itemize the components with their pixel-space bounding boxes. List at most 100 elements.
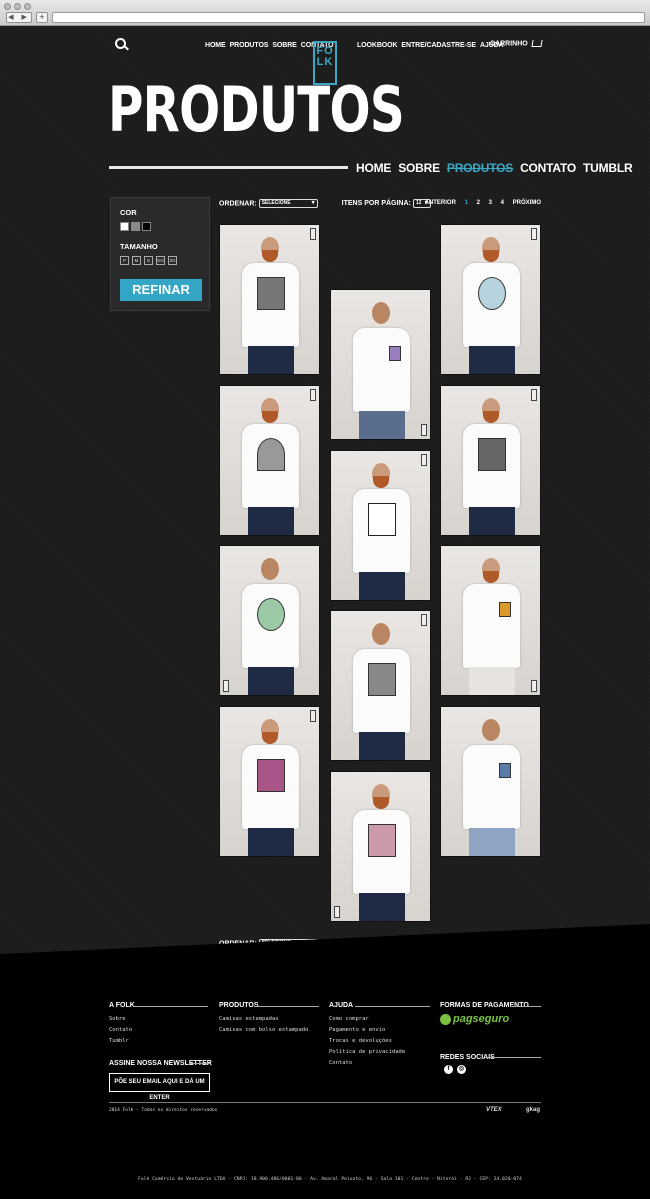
next-page-link[interactable]: PRÓXIMO (513, 200, 541, 206)
product-card[interactable] (440, 385, 541, 536)
sort-select[interactable]: SELECIONE (258, 199, 318, 208)
pagseguro-icon (440, 1013, 451, 1025)
footer-divider (254, 1006, 319, 1007)
tshirt-print (368, 503, 396, 536)
footer-link-sobre[interactable]: Sobre (109, 1016, 126, 1022)
nav-login[interactable]: ENTRE/CADASTRE-SE (401, 42, 476, 49)
footer-link-tumblr[interactable]: Tumblr (109, 1038, 129, 1044)
page-link-2[interactable]: 2 (477, 200, 480, 206)
toolbar-top: ORDENAR: SELECIONE ITENS POR PÁGINA: 12 … (219, 199, 541, 211)
size-gg[interactable]: GG (156, 256, 165, 265)
address-bar[interactable] (52, 12, 645, 23)
footer-link-contato[interactable]: Contato (109, 1027, 132, 1033)
jeans (359, 893, 405, 921)
tshirt-print (257, 598, 285, 631)
beard (483, 411, 499, 423)
model-image (482, 719, 500, 741)
jeans (469, 507, 515, 535)
footer-link-contato[interactable]: Contato (329, 1060, 352, 1066)
new-tab-button[interactable]: + (36, 12, 48, 23)
tshirt-image (463, 745, 520, 829)
product-card[interactable] (440, 224, 541, 375)
filter-panel: COR TAMANHO P M G GG 3G REFINAR (110, 197, 210, 311)
footer-divider (355, 1006, 430, 1007)
secnav-produtos[interactable]: PRODUTOS (447, 161, 513, 175)
color-swatch-white[interactable] (120, 222, 129, 231)
footer-link-camisas-bolso[interactable]: Camisas com bolso estampado (219, 1027, 308, 1033)
footer-divider (133, 1006, 208, 1007)
folk-tag (421, 424, 427, 436)
sort-label: ORDENAR: (219, 200, 257, 208)
tshirt-print (368, 663, 396, 696)
facebook-icon[interactable]: f (444, 1065, 453, 1074)
color-swatch-black[interactable] (142, 222, 151, 231)
jeans (359, 411, 405, 439)
nav-lookbook[interactable]: LOOKBOOK (357, 42, 398, 49)
vtex-logo: VTEX (486, 1107, 502, 1113)
secnav-tumblr[interactable]: TUMBLR (583, 161, 633, 175)
size-g[interactable]: G (144, 256, 153, 265)
close-window-icon[interactable] (4, 3, 11, 10)
folk-tag (421, 454, 427, 466)
footer-link-como-comprar[interactable]: Como comprar (329, 1016, 369, 1022)
footer-col-produtos-title: PRODUTOS (219, 1002, 259, 1009)
size-p[interactable]: P (120, 256, 129, 265)
color-swatch-gray[interactable] (131, 222, 140, 231)
color-label: COR (120, 208, 137, 217)
product-card[interactable] (330, 450, 431, 601)
product-card[interactable] (219, 545, 320, 696)
footer-link-trocas[interactable]: Trocas e devoluções (329, 1038, 392, 1044)
nav-sobre[interactable]: SOBRE (272, 42, 297, 49)
product-card[interactable] (330, 610, 431, 761)
search-icon[interactable] (115, 38, 126, 49)
jeans (469, 828, 515, 856)
minimize-window-icon[interactable] (14, 3, 21, 10)
page-link-4[interactable]: 4 (501, 200, 504, 206)
instagram-icon[interactable]: ◎ (457, 1065, 466, 1074)
jeans (469, 346, 515, 374)
nav-home[interactable]: HOME (205, 42, 226, 49)
product-card[interactable] (219, 385, 320, 536)
product-card[interactable] (440, 706, 541, 857)
maximize-window-icon[interactable] (24, 3, 31, 10)
product-card[interactable] (219, 224, 320, 375)
footer-slant (0, 924, 650, 964)
secnav-home[interactable]: HOME (356, 161, 391, 175)
secnav-contato[interactable]: CONTATO (520, 161, 576, 175)
product-card[interactable] (219, 706, 320, 857)
tshirt-print (478, 438, 506, 471)
size-3g[interactable]: 3G (168, 256, 177, 265)
copyright: 2014 Folk - Todos os direitos reservados (109, 1108, 218, 1113)
tshirt-pocket (499, 602, 511, 617)
per-page-label: ITENS POR PÁGINA: (341, 200, 411, 208)
product-card[interactable] (440, 545, 541, 696)
folk-tag (421, 614, 427, 626)
footer-divider (109, 1102, 541, 1103)
beard (483, 250, 499, 262)
footer-divider (485, 1057, 541, 1058)
tshirt-pocket (389, 346, 401, 361)
agency-logo: gkag (526, 1107, 541, 1113)
pagination: ANTERIOR 1 2 3 4 PRÓXIMO (418, 200, 541, 206)
tshirt-print (257, 277, 285, 310)
jeans (469, 667, 515, 695)
secnav-sobre[interactable]: SOBRE (398, 161, 440, 175)
product-card[interactable] (330, 289, 431, 440)
newsletter-email-input[interactable]: PÕE SEU EMAIL AQUI E DÁ UM ENTER (109, 1073, 210, 1101)
product-card[interactable] (330, 771, 431, 922)
refine-button[interactable]: REFINAR (120, 279, 202, 301)
prev-page-link[interactable]: ANTERIOR (425, 200, 456, 206)
page-link-3[interactable]: 3 (489, 200, 492, 206)
beard (262, 411, 278, 423)
browser-chrome: ◀ ▶ + (0, 0, 650, 26)
footer-link-camisas-estampadas[interactable]: Camisas estampadas (219, 1016, 279, 1022)
jeans (248, 828, 294, 856)
size-m[interactable]: M (132, 256, 141, 265)
back-forward-buttons[interactable]: ◀ ▶ (6, 12, 32, 23)
footer-link-pagamento[interactable]: Pagamento e envio (329, 1027, 385, 1033)
nav-produtos[interactable]: PRODUTOS (230, 42, 269, 49)
page-link-1[interactable]: 1 (465, 200, 468, 206)
footer-link-privacidade[interactable]: Política de privacidade (329, 1049, 405, 1055)
beard (262, 250, 278, 262)
cart-link[interactable]: CARRINHO (490, 40, 543, 47)
